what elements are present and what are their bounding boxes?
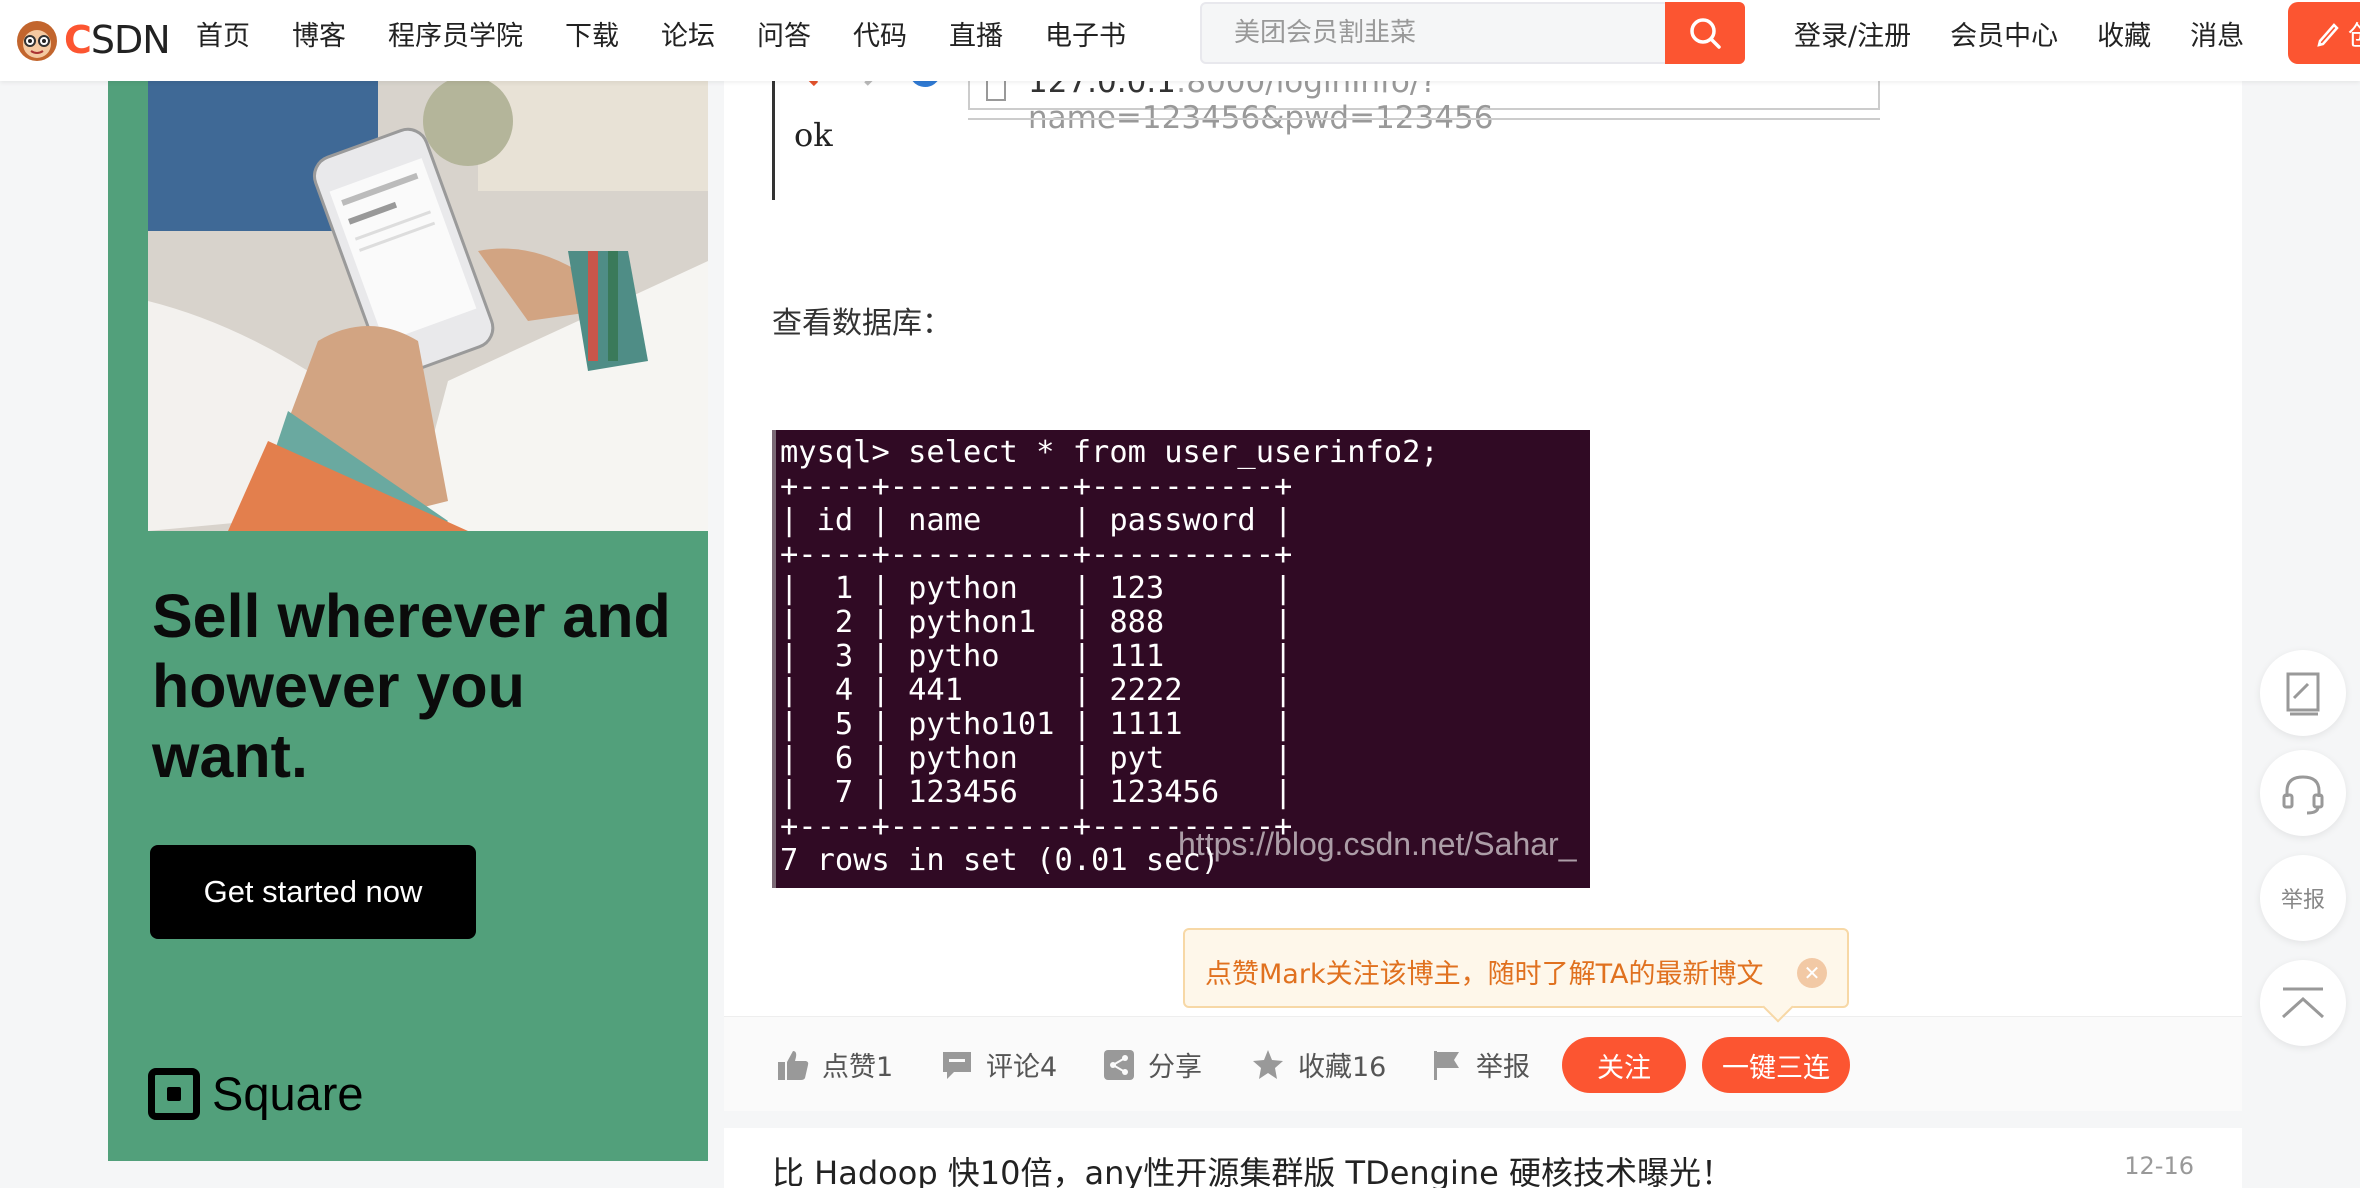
mysql-terminal-screenshot: mysql> select * from user_userinfo2; +--… bbox=[772, 430, 1590, 888]
back-to-top-button[interactable] bbox=[2260, 960, 2346, 1046]
search-box bbox=[1200, 2, 1745, 64]
side-support-button[interactable] bbox=[2260, 750, 2346, 836]
user-nav: 登录/注册 会员中心 收藏 消息 bbox=[1794, 0, 2283, 66]
nav-academy[interactable]: 程序员学院 bbox=[388, 14, 523, 53]
comment-button[interactable]: 评论4 bbox=[940, 1045, 1057, 1084]
nav-live[interactable]: 直播 bbox=[949, 14, 1003, 53]
follow-button[interactable]: 关注 bbox=[1562, 1037, 1686, 1093]
nav-blog[interactable]: 博客 bbox=[292, 14, 346, 53]
search-input[interactable] bbox=[1202, 4, 1662, 62]
square-brand-name: Square bbox=[212, 1067, 364, 1120]
square-logo-icon bbox=[148, 1067, 200, 1120]
create-button[interactable]: 创 bbox=[2288, 2, 2360, 64]
like-button[interactable]: 点赞1 bbox=[776, 1045, 893, 1084]
recommended-article-title: 比 Hadoop 快10倍，any性开源集群版 TDengine 硬核技术曝光！ bbox=[772, 1154, 1734, 1188]
report-label: 举报 bbox=[1476, 1052, 1530, 1083]
logo-wordmark: CSDN bbox=[64, 18, 171, 62]
create-label: 创 bbox=[2348, 14, 2360, 53]
vip-center-link[interactable]: 会员中心 bbox=[1950, 14, 2058, 53]
browser-page-output: ok bbox=[794, 116, 833, 154]
browser-screenshot: 127.0.0.1:8000/loginInfo/?name=123456&pw… bbox=[772, 55, 1880, 200]
top-navbar: CSDN 首页 博客 程序员学院 下载 论坛 问答 代码 直播 电子书 登录/注… bbox=[0, 0, 2360, 81]
nav-code[interactable]: 代码 bbox=[853, 14, 907, 53]
csdn-logo[interactable]: CSDN bbox=[14, 10, 171, 70]
close-icon[interactable]: ✕ bbox=[1797, 958, 1827, 988]
nav-home[interactable]: 首页 bbox=[196, 14, 250, 53]
document-edit-icon bbox=[2286, 672, 2320, 716]
follow-tip-popup: 点赞Mark关注该博主，随时了解TA的最新博文 ✕ bbox=[1183, 928, 1849, 1023]
pen-icon bbox=[2317, 23, 2339, 47]
screenshot-left-border bbox=[772, 60, 775, 200]
nav-qa[interactable]: 问答 bbox=[757, 14, 811, 53]
share-button[interactable]: 分享 bbox=[1102, 1045, 1202, 1084]
comment-icon bbox=[943, 1051, 971, 1079]
article-paragraph: 查看数据库： bbox=[772, 306, 952, 341]
like-count: 点赞1 bbox=[822, 1052, 894, 1083]
messages-link[interactable]: 消息 bbox=[2190, 14, 2244, 53]
nav-forum[interactable]: 论坛 bbox=[661, 14, 715, 53]
headset-icon bbox=[2282, 775, 2324, 815]
recommended-article[interactable]: 比 Hadoop 快10倍，any性开源集群版 TDengine 硬核技术曝光！… bbox=[724, 1128, 2242, 1188]
search-icon bbox=[1690, 18, 1721, 49]
report-button[interactable]: 举报 bbox=[1430, 1045, 1530, 1084]
image-watermark: https://blog.csdn.net/Sahar_ bbox=[1178, 826, 1577, 862]
ad-get-started-button[interactable]: Get started now bbox=[150, 845, 476, 939]
login-register-link[interactable]: 登录/注册 bbox=[1794, 14, 1911, 53]
ad-photo-phone-in-hands bbox=[148, 81, 708, 531]
comment-count: 评论4 bbox=[986, 1052, 1058, 1083]
browser-divider bbox=[968, 118, 1880, 120]
nav-download[interactable]: 下载 bbox=[565, 14, 619, 53]
share-icon bbox=[1104, 1049, 1134, 1080]
nav-ebook[interactable]: 电子书 bbox=[1045, 14, 1126, 53]
recommended-article-date: 12-16 bbox=[2124, 1152, 2194, 1180]
article-action-toolbar: 点赞1 评论4 分享 收藏16 举报 关注 一键三连 bbox=[724, 1016, 2242, 1111]
collect-count: 收藏16 bbox=[1298, 1052, 1387, 1083]
square-brand[interactable]: Square bbox=[148, 1066, 364, 1121]
side-edit-button[interactable] bbox=[2260, 650, 2346, 736]
main-nav: 首页 博客 程序员学院 下载 论坛 问答 代码 直播 电子书 bbox=[196, 0, 1168, 66]
collect-button[interactable]: 收藏16 bbox=[1250, 1045, 1386, 1084]
monkey-mascot-icon bbox=[17, 21, 57, 61]
star-icon bbox=[1253, 1049, 1283, 1079]
follow-tip-text: 点赞Mark关注该博主，随时了解TA的最新博文 bbox=[1205, 959, 1764, 990]
favorites-link[interactable]: 收藏 bbox=[2097, 14, 2151, 53]
ad-headline: Sell wherever and however you want. bbox=[152, 582, 671, 790]
side-report-button[interactable]: 举报 bbox=[2260, 855, 2346, 941]
search-button[interactable] bbox=[1665, 2, 1745, 64]
thumbs-up-icon bbox=[778, 1050, 809, 1080]
ad-photo-illustration bbox=[148, 81, 708, 531]
flag-icon bbox=[1434, 1050, 1459, 1080]
triple-action-button[interactable]: 一键三连 bbox=[1702, 1037, 1850, 1093]
share-label: 分享 bbox=[1148, 1052, 1202, 1083]
back-to-top-icon bbox=[2281, 987, 2325, 1019]
terminal-output: mysql> select * from user_userinfo2; +--… bbox=[780, 435, 1439, 878]
square-advertisement[interactable]: Sell wherever and however you want. Get … bbox=[108, 81, 708, 1161]
